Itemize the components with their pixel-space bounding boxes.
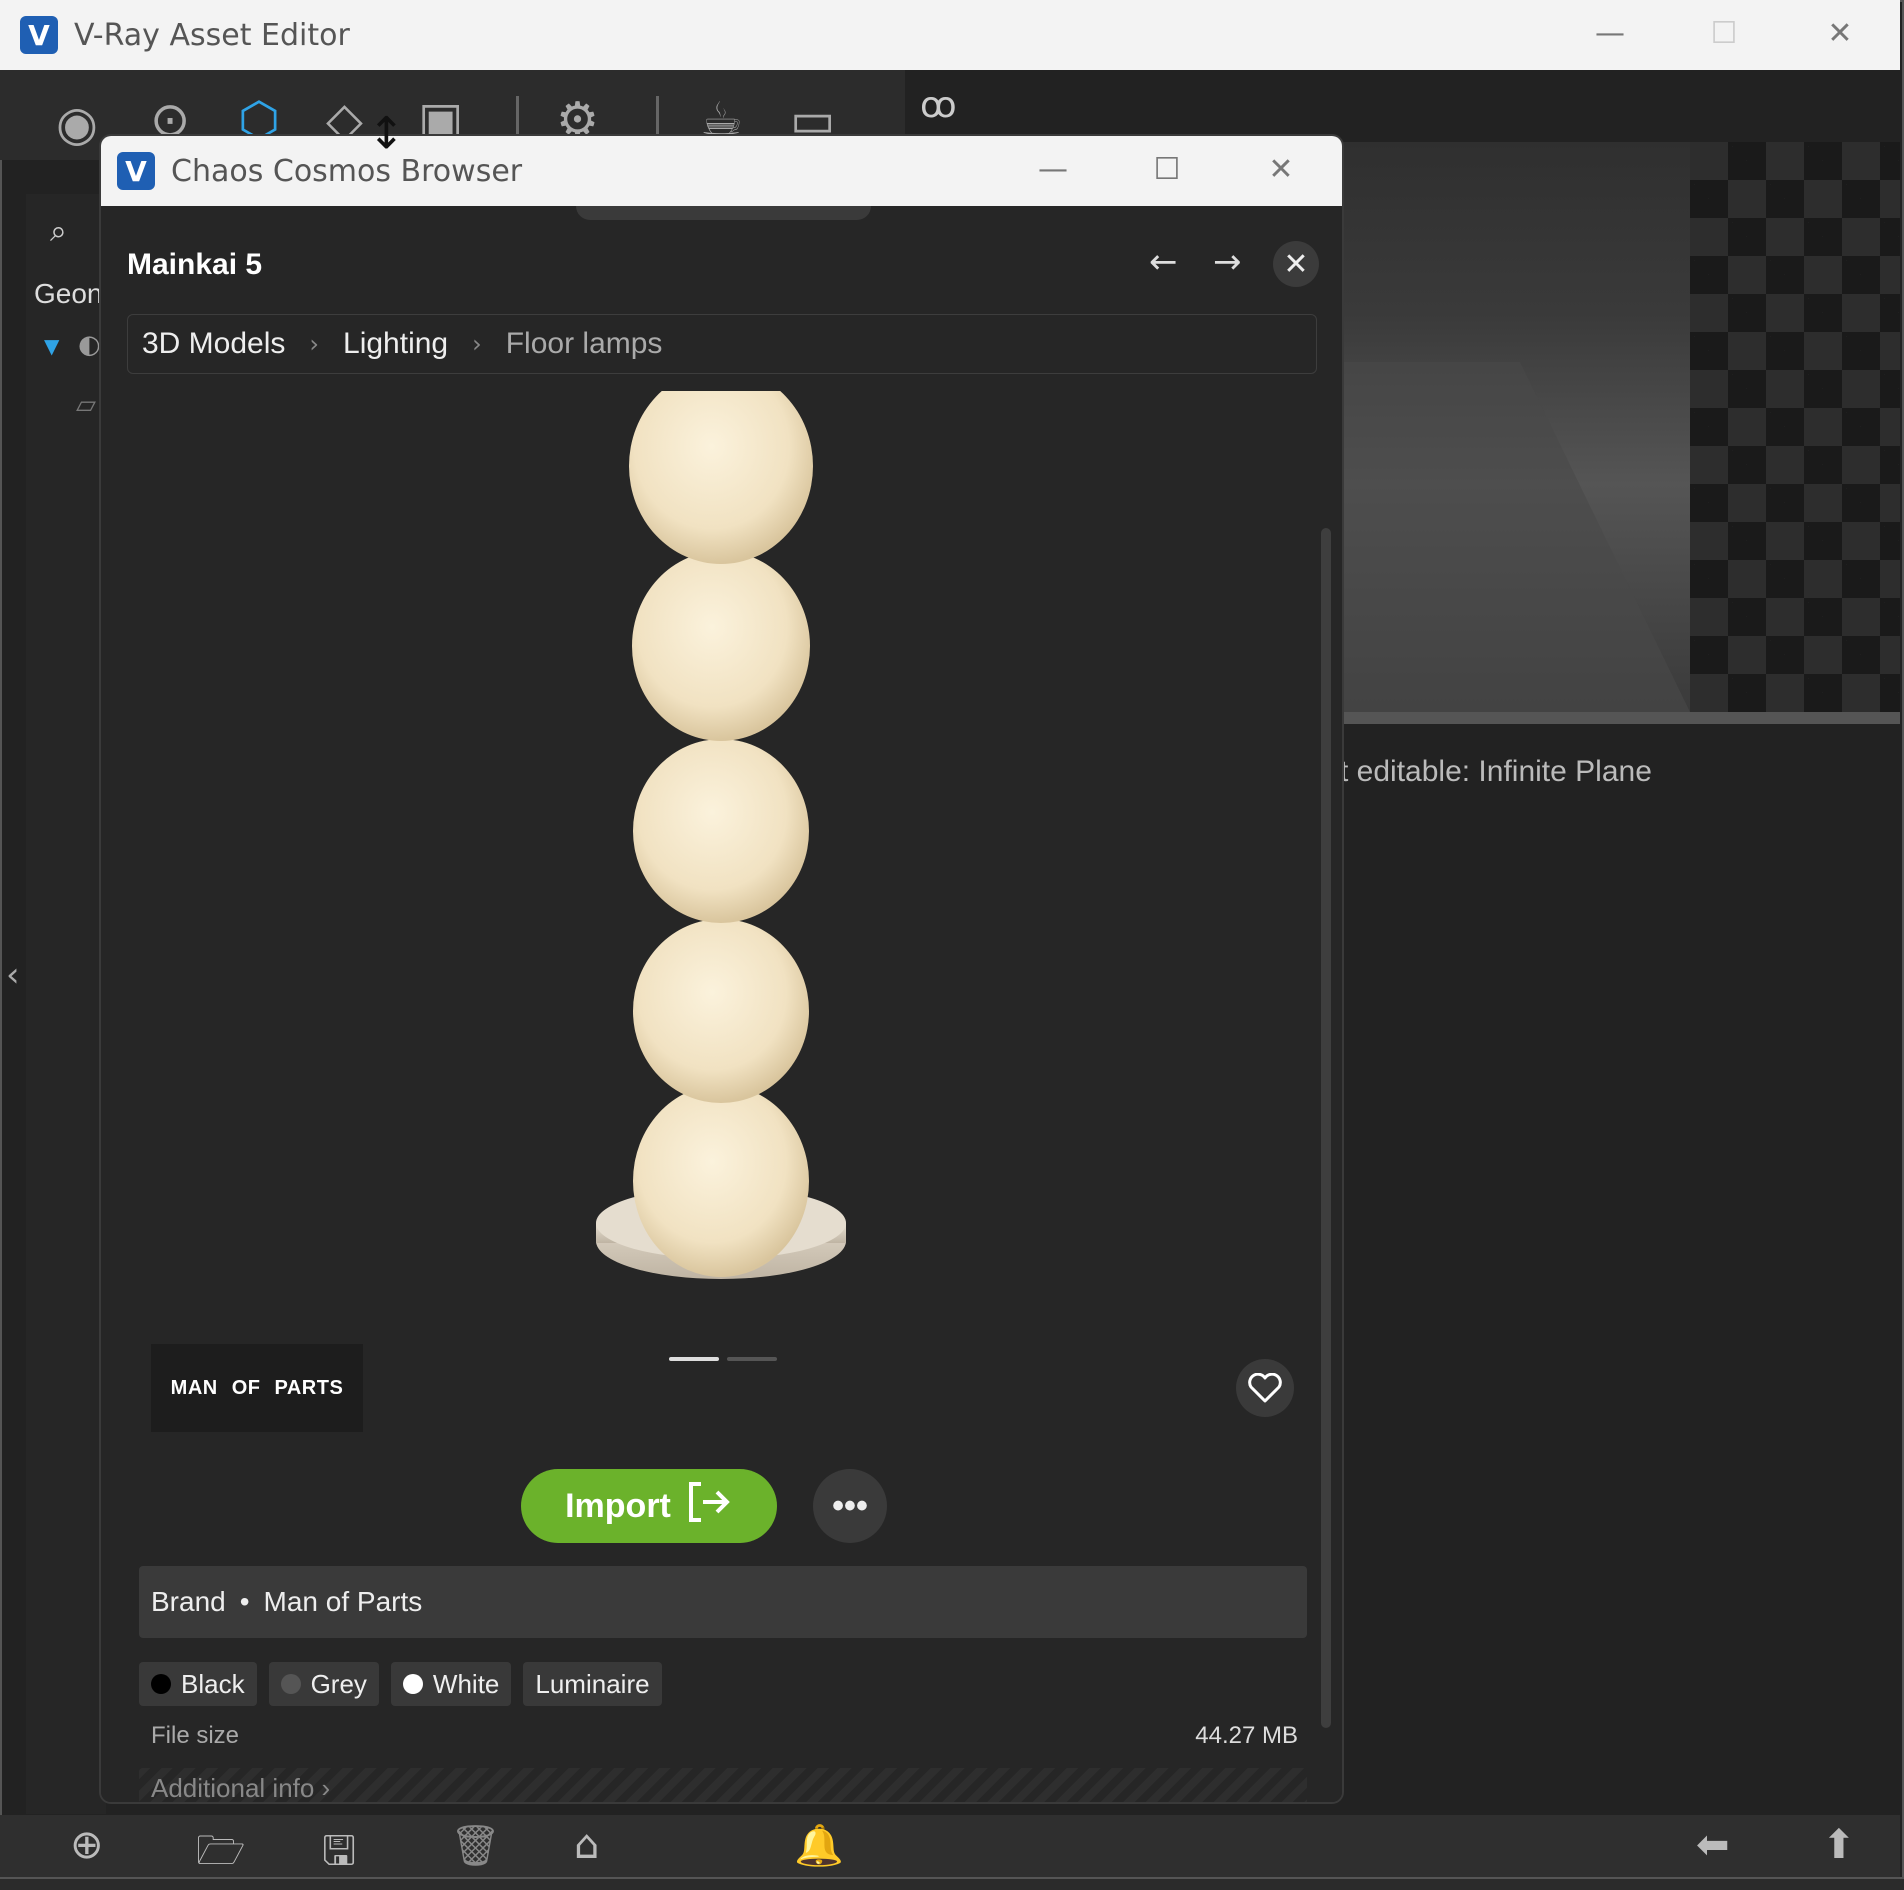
asset-detail-panel: Mainkai 5 ← → ✕ 3D Models › Lighting › F… — [101, 206, 1342, 1802]
breadcrumb-lighting[interactable]: Lighting — [343, 327, 448, 361]
scrollbar[interactable] — [1321, 528, 1331, 1728]
import-arrow-icon — [685, 1480, 733, 1533]
tag-label: Luminaire — [535, 1668, 650, 1699]
color-swatch — [151, 1674, 171, 1694]
top-handle — [576, 206, 871, 220]
materials-icon[interactable]: ◉ — [56, 100, 98, 148]
breadcrumb: 3D Models › Lighting › Floor lamps — [127, 314, 1317, 374]
preview-checker-background — [1690, 142, 1900, 712]
file-size-value: 44.27 MB — [1195, 1722, 1298, 1749]
breadcrumb-chevron-icon: › — [309, 330, 320, 358]
cosmos-minimize-button[interactable]: — — [1023, 152, 1083, 187]
tag-grey[interactable]: Grey — [268, 1662, 379, 1706]
brand-logo-word: OF — [231, 1376, 261, 1399]
vray-logo-icon: V — [117, 152, 155, 190]
purge-broom-icon[interactable]: ⌂ — [574, 1822, 599, 1868]
cosmos-close-button[interactable]: ✕ — [1251, 152, 1311, 187]
more-options-button[interactable]: ••• — [813, 1469, 887, 1543]
asset-preview-image[interactable] — [121, 391, 1316, 1391]
cosmos-title: Chaos Cosmos Browser — [171, 154, 523, 189]
tag-label: Black — [181, 1668, 245, 1699]
viewport-separator[interactable] — [1340, 712, 1900, 724]
file-size-label: File size — [151, 1722, 240, 1749]
brand-value[interactable]: Man of Parts — [264, 1586, 423, 1618]
geometry-section-label: Geon — [34, 278, 103, 309]
color-swatch — [280, 1674, 301, 1694]
cosmos-icon[interactable]: ꝏ — [920, 82, 957, 130]
tag-luminaire[interactable]: Luminaire — [523, 1662, 662, 1706]
breadcrumb-3d-models[interactable]: 3D Models — [142, 327, 285, 361]
brand-key: Brand — [151, 1586, 226, 1617]
plane-icon: ▱ — [76, 390, 96, 420]
asset-title: Mainkai 5 — [127, 248, 263, 281]
export-up-arrow-icon[interactable]: ⬆ — [1822, 1822, 1856, 1868]
breadcrumb-floor-lamps[interactable]: Floor lamps — [506, 327, 663, 361]
import-label: Import — [565, 1486, 671, 1525]
brand-logo: MAN OF PARTS — [151, 1344, 363, 1432]
save-icon[interactable]: 🖫 — [322, 1822, 356, 1890]
notifications-bell-icon[interactable]: 🔔 — [794, 1822, 844, 1869]
not-editable-info: t editable: Infinite Plane — [1340, 755, 1652, 788]
import-scene-arrow-icon[interactable]: ⬅ — [1696, 1822, 1730, 1868]
brand-logo-word: MAN — [170, 1376, 218, 1399]
close-detail-icon[interactable]: ✕ — [1273, 241, 1319, 287]
maximize-button[interactable]: ☐ — [1694, 16, 1754, 51]
expand-arrow-icon[interactable]: ▼ — [44, 334, 59, 358]
tag-list: Black Grey White Luminaire — [139, 1662, 662, 1706]
tag-black[interactable]: Black — [139, 1662, 257, 1706]
vray-logo-icon: V — [20, 16, 58, 54]
tag-label: White — [432, 1668, 500, 1699]
infinite-plane-shading — [1340, 362, 1690, 712]
breadcrumb-chevron-icon: › — [472, 330, 482, 358]
visibility-eye-icon[interactable]: ◐ — [78, 330, 101, 360]
close-button[interactable]: ✕ — [1810, 16, 1870, 51]
color-swatch — [402, 1674, 423, 1694]
resize-cursor-icon: ↕ — [368, 108, 405, 159]
import-button[interactable]: Import — [521, 1469, 777, 1543]
asset-editor-title: V-Ray Asset Editor — [74, 18, 350, 53]
favorite-heart-icon[interactable] — [1236, 1359, 1294, 1417]
cosmos-maximize-button[interactable]: ☐ — [1137, 152, 1197, 187]
outliner-panel: ⌕ Geon ▼ ◐ ▱ — [26, 194, 106, 1814]
previous-asset-arrow-icon[interactable]: ← — [1149, 242, 1178, 282]
next-asset-arrow-icon[interactable]: → — [1213, 242, 1242, 282]
cosmos-titlebar: V Chaos Cosmos Browser — ☐ ✕ — [101, 136, 1342, 206]
brand-separator: • — [239, 1586, 250, 1617]
delete-icon[interactable]: 🗑 — [450, 1822, 501, 1869]
open-folder-icon[interactable]: 🗁 — [196, 1822, 246, 1890]
search-icon[interactable]: ⌕ — [50, 214, 67, 249]
asset-editor-bottom-bar — [0, 1815, 1900, 1877]
cosmos-browser-window: V Chaos Cosmos Browser — ☐ ✕ Mainkai 5 ←… — [99, 134, 1344, 1804]
asset-editor-titlebar: V V-Ray Asset Editor — ☐ ✕ — [0, 0, 1900, 70]
brand-row: Brand • Man of Parts — [139, 1566, 1307, 1638]
collapse-panel-chevron-icon[interactable]: ‹ — [6, 955, 20, 995]
add-asset-icon[interactable]: ⊕ — [70, 1822, 104, 1868]
brand-logo-word: PARTS — [274, 1376, 344, 1399]
minimize-button[interactable]: — — [1580, 16, 1640, 51]
additional-info-expander[interactable]: Additional info › — [139, 1768, 1307, 1802]
tag-label: Grey — [310, 1668, 367, 1699]
tag-white[interactable]: White — [390, 1662, 512, 1706]
